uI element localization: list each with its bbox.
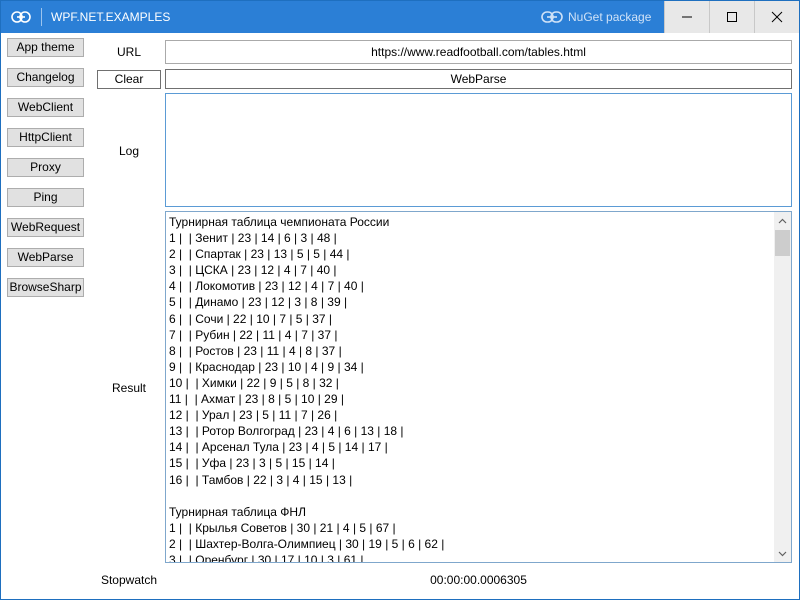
result-text: Турнирная таблица чемпионата России 1 | |… bbox=[169, 214, 773, 563]
stopwatch-value: 00:00:00.0006305 bbox=[430, 573, 527, 587]
sidebar-item-httpclient[interactable]: HttpClient bbox=[7, 128, 84, 147]
scroll-up-button[interactable] bbox=[774, 212, 791, 229]
minimize-icon bbox=[682, 16, 692, 18]
result-line: 1 | | Крылья Советов | 30 | 21 | 4 | 5 |… bbox=[169, 520, 396, 535]
result-line: 5 | | Динамо | 23 | 12 | 3 | 8 | 39 | bbox=[169, 295, 348, 310]
sidebar-item-browsesharp[interactable]: BrowseSharp bbox=[7, 278, 84, 297]
sidebar-item-webclient[interactable]: WebClient bbox=[7, 98, 84, 117]
result-line: Турнирная таблица ФНЛ bbox=[169, 504, 306, 519]
sidebar-item-webparse[interactable]: WebParse bbox=[7, 248, 84, 267]
result-label: Result bbox=[111, 381, 146, 395]
result-textbox[interactable]: Турнирная таблица чемпионата России 1 | |… bbox=[165, 211, 792, 563]
url-label: URL bbox=[116, 45, 141, 59]
clear-button[interactable]: Clear bbox=[97, 70, 161, 89]
result-line: 16 | | Тамбов | 22 | 3 | 4 | 15 | 13 | bbox=[169, 472, 353, 487]
window-title: WPF.NET.EXAMPLES bbox=[51, 10, 171, 24]
result-line: 14 | | Арсенал Тула | 23 | 4 | 5 | 14 | … bbox=[169, 440, 388, 455]
result-line: 8 | | Ростов | 23 | 11 | 4 | 8 | 37 | bbox=[169, 343, 342, 358]
vertical-scrollbar[interactable] bbox=[774, 212, 791, 562]
result-line: 2 | | Спартак | 23 | 13 | 5 | 5 | 44 | bbox=[169, 247, 350, 262]
maximize-icon bbox=[727, 12, 737, 22]
result-line: 4 | | Локомотив | 23 | 12 | 4 | 7 | 40 | bbox=[169, 279, 364, 294]
scroll-thumb[interactable] bbox=[775, 230, 790, 256]
close-icon bbox=[771, 11, 783, 23]
result-line: 11 | | Ахмат | 23 | 8 | 5 | 10 | 29 | bbox=[169, 392, 344, 407]
result-line: 3 | | Оренбург | 30 | 17 | 10 | 3 | 61 | bbox=[169, 552, 364, 563]
maximize-button[interactable] bbox=[709, 1, 754, 33]
nuget-package-label: NuGet package bbox=[568, 10, 652, 24]
title-bar[interactable]: WPF.NET.EXAMPLES NuGet package bbox=[1, 1, 799, 33]
stopwatch-label: Stopwatch bbox=[100, 573, 158, 587]
result-line: Турнирная таблица чемпионата России bbox=[169, 215, 390, 229]
link-icon bbox=[541, 11, 563, 23]
minimize-button[interactable] bbox=[664, 1, 709, 33]
result-line: 12 | | Урал | 23 | 5 | 11 | 7 | 26 | bbox=[169, 408, 338, 423]
scroll-down-button[interactable] bbox=[774, 545, 791, 562]
url-input[interactable]: https://www.readfootball.com/tables.html bbox=[165, 40, 792, 64]
nuget-package-link[interactable]: NuGet package bbox=[541, 1, 651, 33]
sidebar-item-app-theme[interactable]: App theme bbox=[7, 38, 84, 57]
result-line bbox=[169, 488, 773, 504]
title-divider bbox=[41, 8, 42, 26]
webparse-button[interactable]: WebParse bbox=[165, 69, 792, 89]
result-line: 15 | | Уфа | 23 | 3 | 5 | 15 | 14 | bbox=[169, 456, 335, 471]
close-button[interactable] bbox=[754, 1, 799, 33]
result-line: 13 | | Ротор Волгоград | 23 | 4 | 6 | 13… bbox=[169, 424, 404, 439]
result-line: 1 | | Зенит | 23 | 14 | 6 | 3 | 48 | bbox=[169, 231, 337, 246]
app-window: WPF.NET.EXAMPLES NuGet package App theme… bbox=[0, 0, 800, 600]
sidebar-item-ping[interactable]: Ping bbox=[7, 188, 84, 207]
log-textbox[interactable] bbox=[165, 93, 792, 207]
result-line: 6 | | Сочи | 22 | 10 | 7 | 5 | 37 | bbox=[169, 311, 333, 326]
result-line: 7 | | Рубин | 22 | 11 | 4 | 7 | 37 | bbox=[169, 327, 338, 342]
result-line: 3 | | ЦСКА | 23 | 12 | 4 | 7 | 40 | bbox=[169, 263, 337, 278]
sidebar-item-changelog[interactable]: Changelog bbox=[7, 68, 84, 87]
result-line: 10 | | Химки | 22 | 9 | 5 | 8 | 32 | bbox=[169, 375, 339, 390]
sidebar-item-webrequest[interactable]: WebRequest bbox=[7, 218, 84, 237]
chevron-down-icon bbox=[778, 551, 787, 556]
result-line: 9 | | Краснодар | 23 | 10 | 4 | 9 | 34 | bbox=[169, 359, 364, 374]
log-label: Log bbox=[118, 144, 140, 158]
chevron-up-icon bbox=[778, 218, 787, 223]
window-controls bbox=[664, 1, 799, 33]
result-line: 2 | | Шахтер-Волга-Олимпиец | 30 | 19 | … bbox=[169, 536, 445, 551]
link-icon bbox=[11, 10, 31, 24]
sidebar-item-proxy[interactable]: Proxy bbox=[7, 158, 84, 177]
